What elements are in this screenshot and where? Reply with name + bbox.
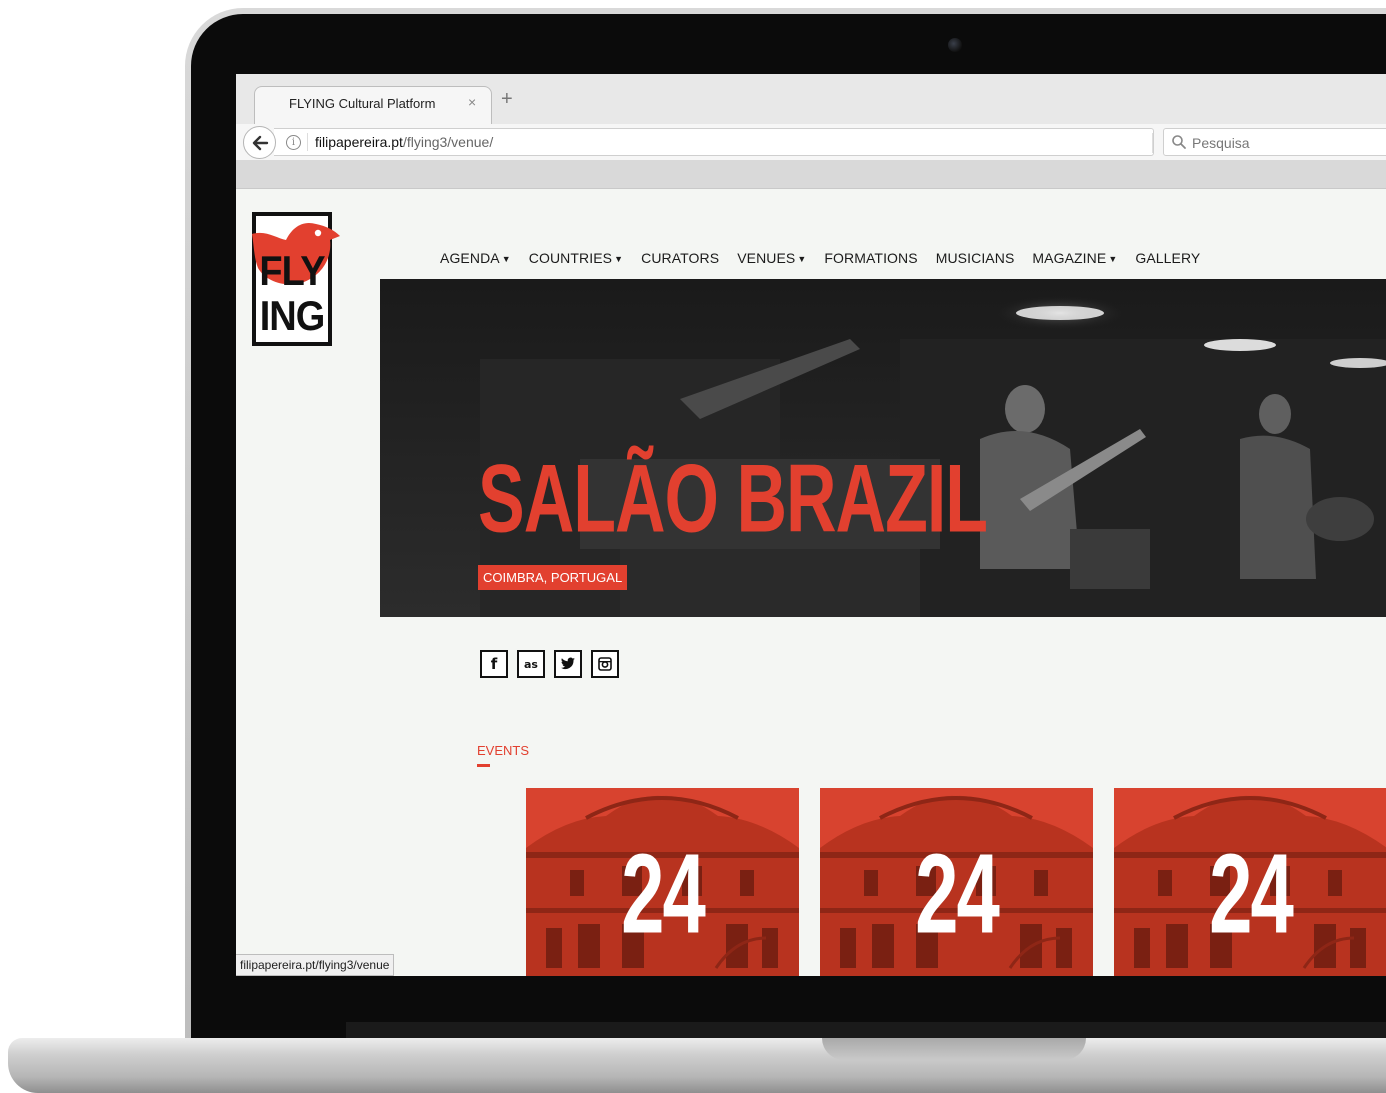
event-day: 24 bbox=[915, 829, 1000, 958]
laptop-notch bbox=[822, 1038, 1086, 1060]
close-tab-icon[interactable]: × bbox=[468, 94, 476, 110]
url-domain: filipapereira.pt bbox=[315, 134, 403, 150]
twitter-button[interactable] bbox=[554, 650, 582, 678]
caret-down-icon: ▼ bbox=[614, 254, 624, 265]
event-card[interactable]: 24 bbox=[526, 788, 799, 976]
url-text[interactable]: filipapereira.pt/flying3/venue/ bbox=[315, 134, 493, 150]
events-underline bbox=[477, 764, 490, 767]
tab-bar: FLYING Cultural Platform × + bbox=[236, 74, 1386, 124]
twitter-icon bbox=[560, 657, 575, 670]
caret-down-icon: ▼ bbox=[501, 254, 511, 265]
nav-item-agenda[interactable]: AGENDA ▼ bbox=[440, 250, 511, 266]
hero-banner: SALÃO BRAZIL COIMBRA, PORTUGAL bbox=[380, 279, 1386, 617]
nav-item-gallery[interactable]: GALLERY bbox=[1135, 250, 1200, 266]
facebook-icon: f bbox=[490, 655, 498, 673]
browser-window: FLYING Cultural Platform × + i filipaper… bbox=[236, 74, 1386, 976]
event-card[interactable]: 24 bbox=[1114, 788, 1386, 976]
nav-item-musicians[interactable]: MUSICIANS bbox=[936, 250, 1015, 266]
back-button[interactable] bbox=[243, 126, 276, 159]
logo-text-ing: ING bbox=[259, 293, 326, 341]
url-path: /flying3/venue/ bbox=[402, 134, 494, 150]
nav-item-label: CURATORS bbox=[641, 250, 720, 266]
new-tab-button[interactable]: + bbox=[501, 88, 513, 111]
camera-icon bbox=[948, 38, 962, 52]
tab-title: FLYING Cultural Platform bbox=[289, 96, 436, 111]
bookmarks-bar bbox=[236, 160, 1386, 189]
flying-logo[interactable]: FLY ING bbox=[250, 210, 340, 348]
instagram-button[interactable] bbox=[591, 650, 619, 678]
nav-item-venues[interactable]: VENUES ▼ bbox=[737, 250, 806, 266]
nav-item-formations[interactable]: FORMATIONS bbox=[824, 250, 917, 266]
nav-item-label: AGENDA bbox=[440, 250, 500, 266]
search-bar[interactable]: Pesquisa bbox=[1163, 128, 1386, 156]
nav-item-label: VENUES bbox=[737, 250, 796, 266]
logo-text-fly: FLY bbox=[259, 248, 325, 296]
back-arrow-icon bbox=[252, 135, 268, 151]
nav-item-label: GALLERY bbox=[1135, 250, 1201, 266]
social-links: f as bbox=[480, 650, 619, 678]
status-bar-url: filipapereira.pt/flying3/venue bbox=[236, 954, 395, 976]
event-day: 24 bbox=[621, 829, 706, 958]
caret-down-icon: ▼ bbox=[797, 254, 807, 265]
search-icon bbox=[1172, 135, 1186, 149]
info-icon[interactable]: i bbox=[286, 135, 301, 150]
facebook-button[interactable]: f bbox=[480, 650, 508, 678]
event-card[interactable]: 24 bbox=[820, 788, 1093, 976]
navigation-toolbar: i filipapereira.pt/flying3/venue/ ↻ Pesq… bbox=[236, 124, 1386, 160]
url-divider bbox=[307, 133, 308, 151]
address-bar[interactable]: i filipapereira.pt/flying3/venue/ ↻ bbox=[274, 128, 1177, 156]
events-heading: EVENTS bbox=[477, 743, 530, 758]
laptop-base bbox=[8, 1038, 1386, 1093]
nav-item-countries[interactable]: COUNTRIES ▼ bbox=[529, 250, 623, 266]
reload-divider bbox=[1152, 133, 1153, 153]
event-day: 24 bbox=[1209, 829, 1294, 958]
lastfm-button[interactable]: as bbox=[517, 650, 545, 678]
nav-item-label: COUNTRIES bbox=[528, 250, 613, 266]
search-input[interactable]: Pesquisa bbox=[1192, 135, 1250, 151]
nav-item-label: FORMATIONS bbox=[824, 250, 918, 266]
nav-item-curators[interactable]: CURATORS bbox=[641, 250, 719, 266]
lastfm-icon: as bbox=[524, 657, 538, 671]
web-page: FLY ING AGENDA ▼ COUNTRIES ▼ CURATORS VENUES ▼… bbox=[236, 189, 1386, 976]
main-nav: AGENDA ▼ COUNTRIES ▼ CURATORS VENUES ▼ FORMATIO… bbox=[440, 250, 1218, 266]
instagram-icon bbox=[598, 657, 612, 671]
venue-location-badge: COIMBRA, PORTUGAL bbox=[478, 565, 628, 590]
browser-tab[interactable]: FLYING Cultural Platform × bbox=[254, 86, 492, 124]
nav-item-magazine[interactable]: MAGAZINE ▼ bbox=[1032, 250, 1117, 266]
nav-item-label: MAGAZINE bbox=[1032, 250, 1107, 266]
caret-down-icon: ▼ bbox=[1108, 254, 1118, 265]
venue-title: SALÃO BRAZIL bbox=[478, 444, 988, 553]
nav-item-label: MUSICIANS bbox=[935, 250, 1015, 266]
